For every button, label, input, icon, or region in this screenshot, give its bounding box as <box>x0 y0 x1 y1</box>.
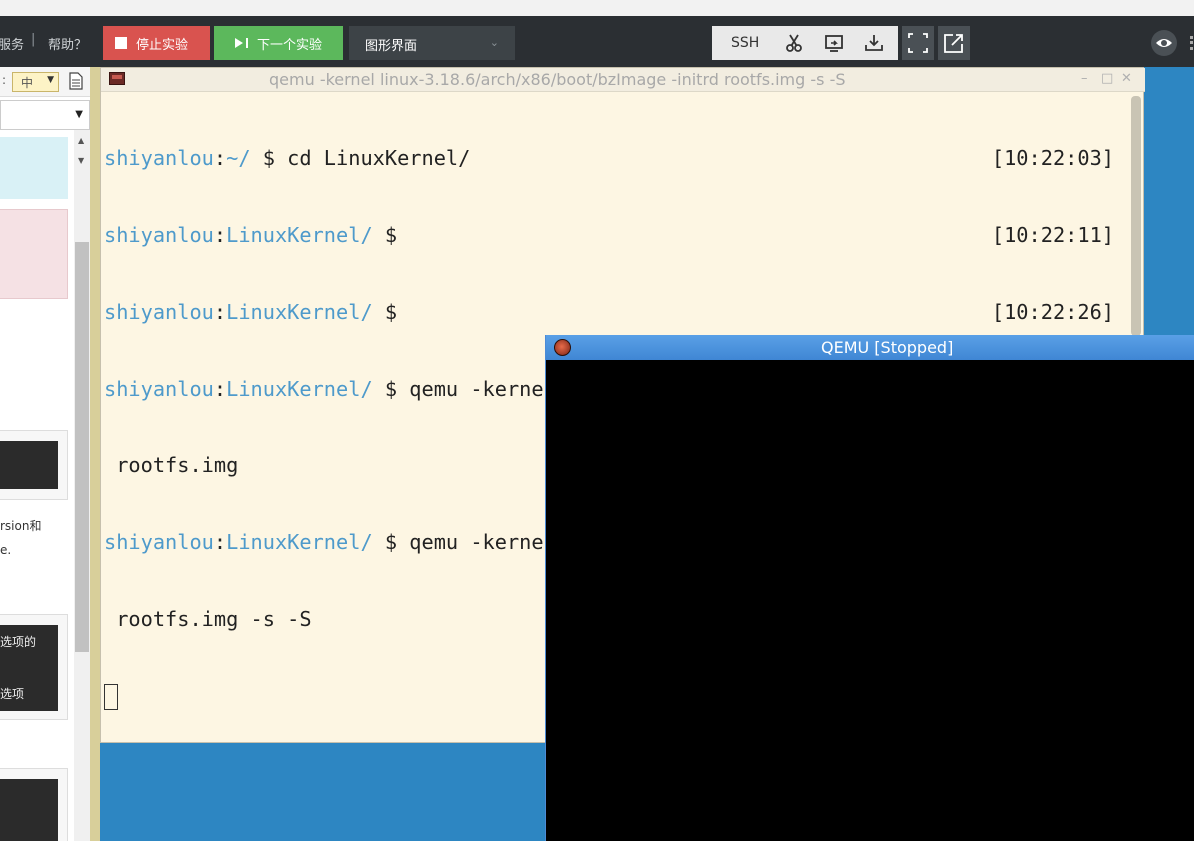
paste-icon[interactable] <box>823 32 845 54</box>
terminal-icon <box>109 72 125 85</box>
play-icon <box>235 38 243 48</box>
code-block <box>0 779 58 841</box>
qemu-titlebar[interactable]: QEMU [Stopped] <box>546 335 1194 360</box>
fullscreen-button[interactable] <box>902 26 934 60</box>
gui-mode-value: 图形界面 <box>365 39 418 54</box>
eye-icon <box>1156 39 1172 47</box>
panel-divider[interactable] <box>90 67 100 841</box>
next-experiment-label: 下一个实验 <box>257 37 323 53</box>
scroll-down-icon[interactable]: ▼ <box>78 156 84 165</box>
document-icon[interactable] <box>68 72 84 90</box>
terminal-title: qemu -kernel linux-3.18.6/arch/x86/boot/… <box>269 70 846 89</box>
download-icon[interactable] <box>863 32 885 54</box>
doc-text-line: e. <box>0 543 12 557</box>
terminal-line: shiyanlou:~/ $ cd LinuxKernel/[10:22:03] <box>104 146 1114 171</box>
toolbar-colon: : <box>2 73 7 87</box>
code-block <box>0 441 58 489</box>
code-card <box>0 768 68 841</box>
doc-panel: : 中 ▼ ▼ rsion和 e. 选项的 选项 ▲ ▼ <box>0 67 90 841</box>
popout-icon <box>944 34 963 53</box>
top-strip <box>0 0 1194 16</box>
code-card: 选项的 选项 <box>0 614 68 720</box>
more-indicator <box>1190 36 1194 50</box>
stop-icon <box>115 37 127 49</box>
view-toggle-button[interactable] <box>1151 30 1177 56</box>
code-text: 选项 <box>0 687 25 701</box>
stop-experiment-button[interactable]: 停止实验 <box>103 26 210 60</box>
minimize-icon[interactable]: – <box>1081 71 1088 86</box>
skip-bar-icon <box>246 38 248 48</box>
chevron-down-icon: ⌄ <box>489 36 499 49</box>
font-size-value: 中 <box>21 76 34 90</box>
scissors-icon[interactable] <box>783 32 805 54</box>
warning-card <box>0 209 68 299</box>
scroll-up-icon[interactable]: ▲ <box>78 136 84 145</box>
doc-panel-toolbar: : 中 ▼ <box>0 67 90 97</box>
timestamp: [10:22:11] <box>991 222 1114 247</box>
fullscreen-icon <box>908 33 928 53</box>
next-experiment-button[interactable]: 下一个实验 <box>214 26 343 60</box>
stop-experiment-label: 停止实验 <box>136 37 189 53</box>
code-block: 选项的 选项 <box>0 625 58 711</box>
help-link[interactable]: 帮助？ <box>48 34 87 53</box>
popout-button[interactable] <box>938 26 970 60</box>
doc-scrollbar[interactable]: ▲ ▼ <box>74 130 90 841</box>
ssh-button[interactable]: SSH <box>731 35 759 51</box>
terminal-cursor <box>104 683 118 710</box>
doc-text-line: rsion和 <box>0 519 42 533</box>
qemu-display[interactable] <box>546 360 1194 841</box>
gui-mode-select[interactable]: 图形界面 ⌄ <box>349 26 515 60</box>
qemu-title: QEMU [Stopped] <box>821 338 954 357</box>
timestamp: [10:22:03] <box>991 146 1114 171</box>
doc-scroll-thumb[interactable] <box>75 242 89 652</box>
code-text: 选项的 <box>0 635 37 649</box>
close-icon[interactable]: ✕ <box>1121 71 1132 86</box>
dropdown-arrow-icon: ▼ <box>47 75 54 85</box>
terminal-scrollbar[interactable] <box>1131 96 1141 336</box>
toolbar-separator: | <box>31 32 36 47</box>
code-card <box>0 430 68 500</box>
session-tools: SSH <box>712 26 898 60</box>
lab-toolbar: 服务 | 帮助？ 停止实验 下一个实验 图形界面 ⌄ SSH <box>0 16 1194 67</box>
qemu-window[interactable]: QEMU [Stopped] <box>545 335 1194 841</box>
maximize-icon[interactable]: □ <box>1101 71 1113 86</box>
font-size-select[interactable]: 中 ▼ <box>12 72 59 92</box>
dropdown-arrow-icon: ▼ <box>75 109 83 120</box>
timestamp: [10:22:26] <box>991 299 1114 324</box>
qemu-icon <box>554 339 571 356</box>
terminal-titlebar[interactable]: qemu -kernel linux-3.18.6/arch/x86/boot/… <box>101 68 1145 92</box>
terminal-line: shiyanlou:LinuxKernel/ $ [10:22:11] <box>104 222 1114 247</box>
doc-section-select[interactable]: ▼ <box>0 100 90 130</box>
service-link[interactable]: 服务 <box>0 34 24 53</box>
terminal-line: shiyanlou:LinuxKernel/ $ [10:22:26] <box>104 299 1114 324</box>
info-card <box>0 137 68 199</box>
